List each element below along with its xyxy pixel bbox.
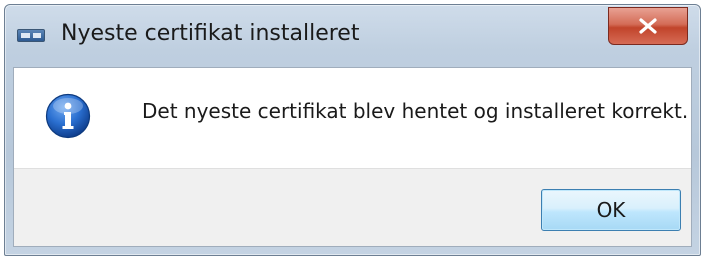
info-icon xyxy=(45,93,91,139)
message-text: Det nyeste certifikat blev hentet og ins… xyxy=(142,99,689,123)
ok-button[interactable]: OK xyxy=(541,189,681,231)
close-x-icon xyxy=(639,18,657,34)
button-bar: OK xyxy=(14,168,691,246)
window-title: Nyeste certifikat installeret xyxy=(61,21,360,46)
certificate-app-icon xyxy=(17,29,45,42)
dialog-window: Nyeste certifikat installeret Det nyeste… xyxy=(4,4,701,256)
close-button[interactable] xyxy=(608,7,688,45)
message-area: Det nyeste certifikat blev hentet og ins… xyxy=(14,68,691,168)
title-bar[interactable]: Nyeste certifikat installeret xyxy=(5,5,700,67)
dialog-content: Det nyeste certifikat blev hentet og ins… xyxy=(13,67,692,247)
